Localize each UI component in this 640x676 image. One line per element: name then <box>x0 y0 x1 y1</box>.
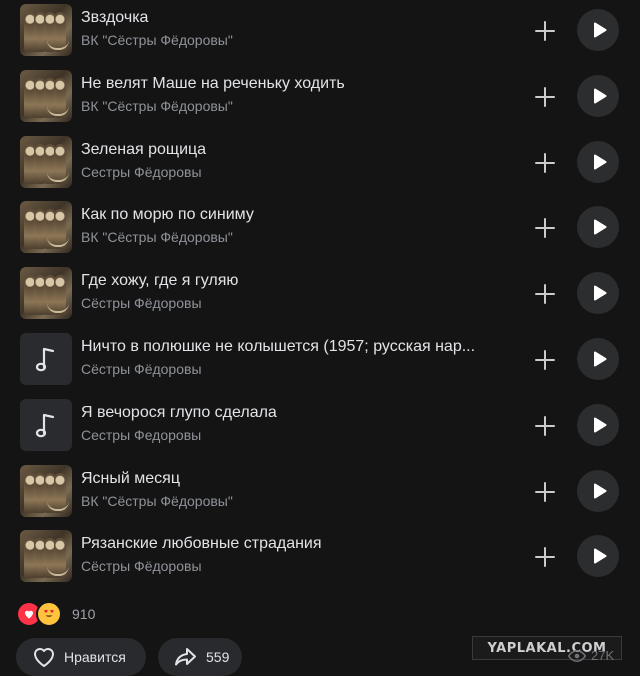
track-artist[interactable]: Сёстры Фёдоровы <box>81 558 202 574</box>
music-note-icon <box>35 411 57 439</box>
add-track-button[interactable] <box>530 213 560 243</box>
track-title[interactable]: Не велят Маше на реченьку ходить <box>81 75 501 93</box>
play-button[interactable] <box>577 140 619 183</box>
plus-icon <box>535 415 555 436</box>
track-row[interactable]: Ничто в полюшке не колышется (1957; русс… <box>0 321 640 387</box>
share-button[interactable]: 559 <box>158 638 242 676</box>
album-cover <box>20 201 72 254</box>
add-track-button[interactable] <box>530 16 560 46</box>
track-title[interactable]: Ясный месяц <box>81 470 501 488</box>
track-row[interactable]: Где хожу, где я гуляю Сёстры Фёдоровы <box>0 255 640 321</box>
track-title[interactable]: Где хожу, где я гуляю <box>81 272 501 290</box>
add-track-button[interactable] <box>530 411 560 441</box>
album-cover <box>20 135 72 188</box>
play-icon <box>593 483 607 499</box>
album-cover <box>20 69 72 122</box>
play-icon <box>593 351 607 367</box>
track-title[interactable]: Ничто в полюшке не колышется (1957; русс… <box>81 338 501 356</box>
play-icon <box>593 219 607 235</box>
album-cover <box>20 267 72 320</box>
reactions-count: 910 <box>72 606 96 622</box>
music-note-cover <box>20 333 72 385</box>
add-track-button[interactable] <box>530 345 560 375</box>
music-note-cover <box>20 398 72 451</box>
play-icon <box>593 88 607 104</box>
plus-icon <box>535 86 555 107</box>
track-artist[interactable]: ВК "Сёстры Фёдоровы" <box>81 32 233 48</box>
views-counter: 27K <box>568 648 614 663</box>
add-track-button[interactable] <box>530 148 560 178</box>
plus-icon <box>535 21 555 41</box>
heart-icon <box>32 646 56 668</box>
track-row[interactable]: Ясный месяц ВК "Сёстры Фёдоровы" <box>0 453 640 519</box>
play-button[interactable] <box>577 338 619 380</box>
plus-icon <box>535 481 555 502</box>
eye-icon <box>568 649 586 662</box>
play-button[interactable] <box>577 272 619 315</box>
share-count: 559 <box>206 649 230 665</box>
play-button[interactable] <box>577 469 619 512</box>
track-row[interactable]: Я вечорося глупо сделала Сестры Федоровы <box>0 387 640 453</box>
add-track-button[interactable] <box>530 477 560 507</box>
like-label: Нравится <box>64 649 126 665</box>
track-artist[interactable]: Сёстры Фёдоровы <box>81 295 202 311</box>
track-title[interactable]: Звздочка <box>81 9 501 27</box>
track-row[interactable]: Звздочка ВК "Сёстры Фёдоровы" <box>0 0 640 58</box>
track-artist[interactable]: Сестры Федоровы <box>81 427 201 443</box>
track-row[interactable]: Рязанские любовные страдания Сёстры Фёдор… <box>0 518 640 584</box>
track-artist[interactable]: Сёстры Фёдоровы <box>81 361 202 377</box>
play-icon <box>593 154 607 170</box>
play-button[interactable] <box>577 403 619 446</box>
album-cover <box>20 530 72 583</box>
heart-eyes-reaction-icon <box>36 601 62 627</box>
add-track-button[interactable] <box>530 82 560 112</box>
play-button[interactable] <box>577 206 619 249</box>
play-button[interactable] <box>577 9 619 51</box>
add-track-button[interactable] <box>530 279 560 309</box>
track-row[interactable]: Зеленая рощица Сестры Фёдоровы <box>0 124 640 190</box>
play-icon <box>593 417 607 433</box>
track-artist[interactable]: ВК "Сёстры Фёдоровы" <box>81 98 233 114</box>
play-icon <box>593 285 607 301</box>
plus-icon <box>535 547 555 568</box>
track-title[interactable]: Как по морю по синиму <box>81 206 501 224</box>
album-cover <box>20 4 72 56</box>
play-icon <box>593 22 607 38</box>
track-title[interactable]: Я вечорося глупо сделала <box>81 404 501 422</box>
views-count: 27K <box>591 648 615 663</box>
play-button[interactable] <box>577 535 619 578</box>
track-row[interactable]: Не велят Маше на реченьку ходить ВК "Сёст… <box>0 58 640 124</box>
add-track-button[interactable] <box>530 542 560 572</box>
share-arrow-icon <box>174 646 198 668</box>
plus-icon <box>535 350 555 370</box>
track-row[interactable]: Как по морю по синиму ВК "Сёстры Фёдоровы… <box>0 189 640 255</box>
music-note-icon <box>35 345 57 373</box>
album-cover <box>20 464 72 517</box>
play-icon <box>593 548 607 564</box>
track-artist[interactable]: ВК "Сёстры Фёдоровы" <box>81 229 233 245</box>
track-title[interactable]: Рязанские любовные страдания <box>81 535 501 553</box>
track-artist[interactable]: ВК "Сёстры Фёдоровы" <box>81 493 233 509</box>
track-artist[interactable]: Сестры Фёдоровы <box>81 164 202 180</box>
track-title[interactable]: Зеленая рощица <box>81 141 501 159</box>
like-button[interactable]: Нравится <box>16 638 146 676</box>
plus-icon <box>535 218 555 239</box>
reactions-summary[interactable]: 910 <box>18 601 96 627</box>
plus-icon <box>535 284 555 305</box>
play-button[interactable] <box>577 74 619 117</box>
plus-icon <box>535 152 555 173</box>
